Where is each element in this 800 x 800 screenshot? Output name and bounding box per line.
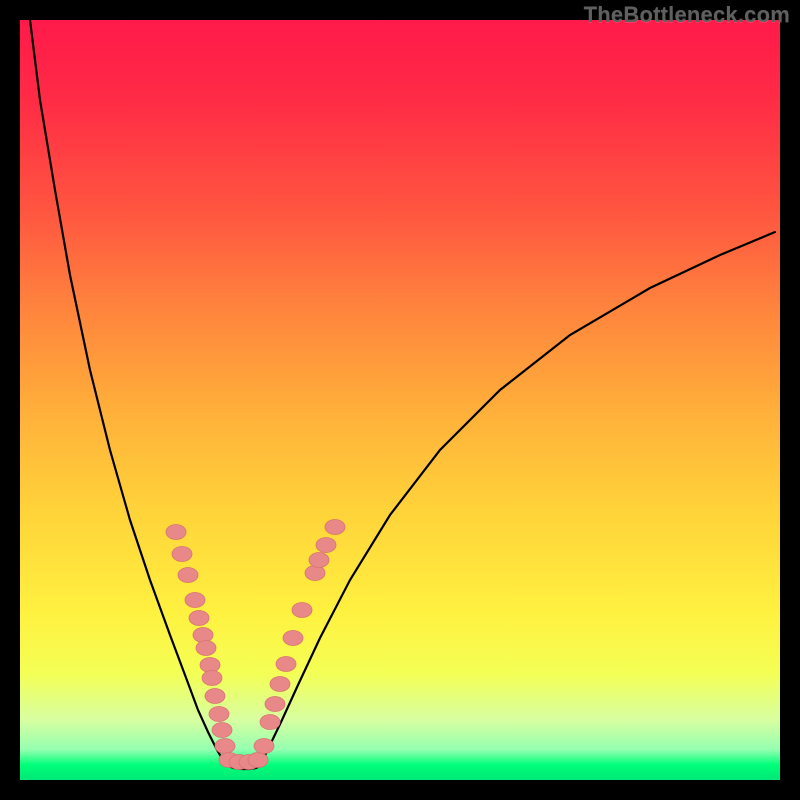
- data-marker: [283, 631, 303, 646]
- data-marker: [265, 697, 285, 712]
- data-marker: [305, 566, 325, 581]
- data-marker: [189, 611, 209, 626]
- data-marker: [205, 689, 225, 704]
- data-marker: [185, 593, 205, 608]
- data-marker: [292, 603, 312, 618]
- data-marker: [260, 715, 280, 730]
- data-marker: [196, 641, 216, 656]
- bottleneck-curve-right: [260, 232, 775, 766]
- data-marker: [254, 739, 274, 754]
- bottleneck-curve-left: [30, 20, 228, 766]
- data-marker: [309, 553, 329, 568]
- data-marker: [202, 671, 222, 686]
- data-marker: [325, 520, 345, 535]
- data-marker: [172, 547, 192, 562]
- data-marker: [215, 739, 235, 754]
- data-marker: [212, 723, 232, 738]
- data-marker: [248, 753, 268, 768]
- data-marker: [270, 677, 290, 692]
- data-marker: [209, 707, 229, 722]
- watermark-text: TheBottleneck.com: [584, 2, 790, 28]
- data-marker: [276, 657, 296, 672]
- data-marker: [193, 628, 213, 643]
- chart-svg: [20, 20, 780, 780]
- chart-plot-area: [20, 20, 780, 780]
- data-marker: [316, 538, 336, 553]
- data-marker: [166, 525, 186, 540]
- data-marker: [178, 568, 198, 583]
